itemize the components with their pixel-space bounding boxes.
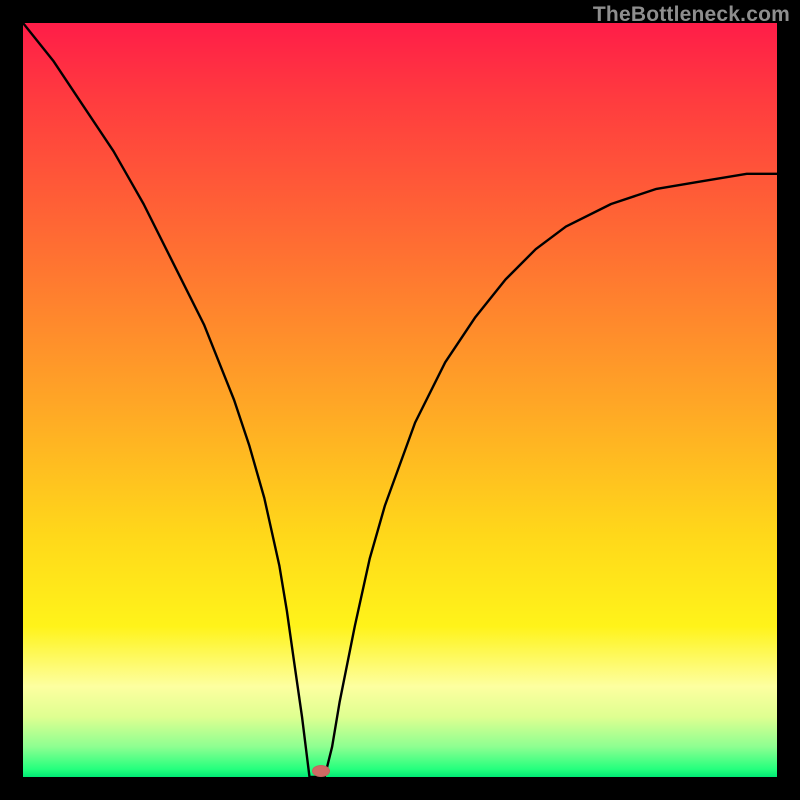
bottleneck-curve (23, 23, 777, 777)
plot-area (23, 23, 777, 777)
chart-frame: TheBottleneck.com (0, 0, 800, 800)
